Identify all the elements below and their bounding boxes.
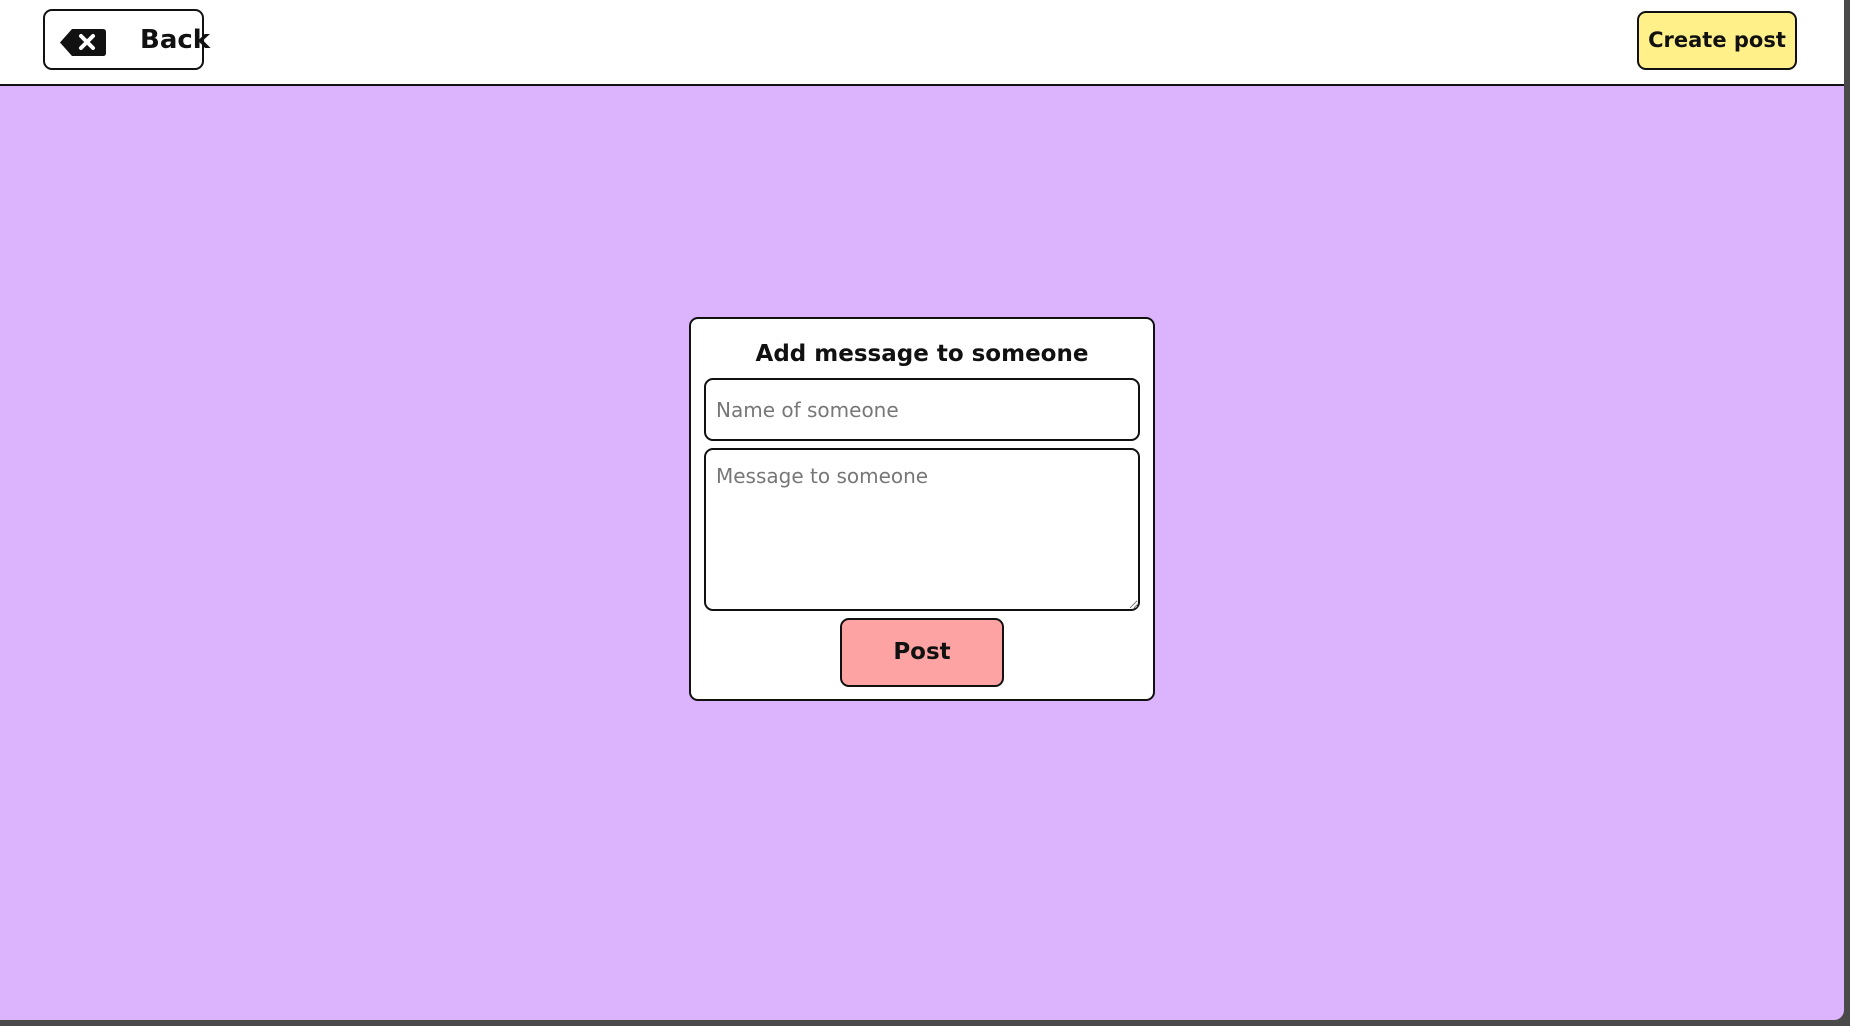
backspace-x-icon	[60, 29, 106, 56]
create-post-button[interactable]: Create post	[1637, 11, 1797, 70]
top-bar: Back Create post	[0, 0, 1844, 86]
message-textarea[interactable]	[704, 448, 1140, 611]
add-message-card: Add message to someone Post	[689, 317, 1155, 701]
card-title: Add message to someone	[755, 341, 1089, 367]
post-button[interactable]: Post	[840, 618, 1004, 687]
back-button[interactable]: Back	[43, 9, 210, 70]
back-button-label: Back	[140, 25, 211, 55]
app-window: Back Create post Add message to someone …	[0, 0, 1844, 1020]
name-input[interactable]	[704, 378, 1140, 441]
